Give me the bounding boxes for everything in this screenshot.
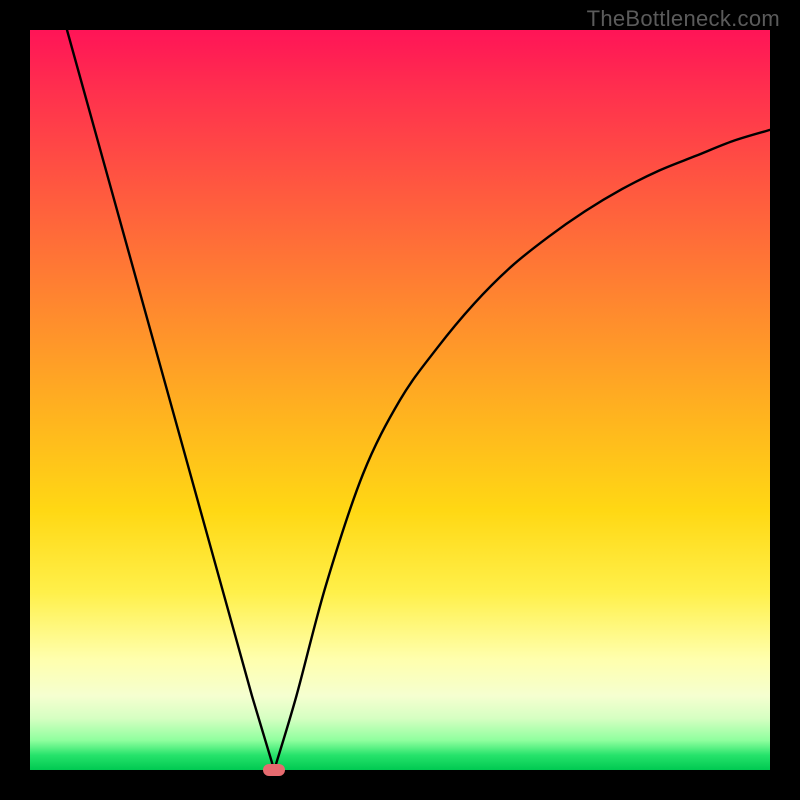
curve-left-branch bbox=[67, 30, 274, 770]
watermark-text: TheBottleneck.com bbox=[587, 6, 780, 32]
curve-right-branch bbox=[274, 130, 770, 770]
bottleneck-curve bbox=[30, 30, 770, 770]
chart-container: TheBottleneck.com bbox=[0, 0, 800, 800]
plot-area bbox=[30, 30, 770, 770]
optimal-point-marker bbox=[263, 764, 285, 776]
